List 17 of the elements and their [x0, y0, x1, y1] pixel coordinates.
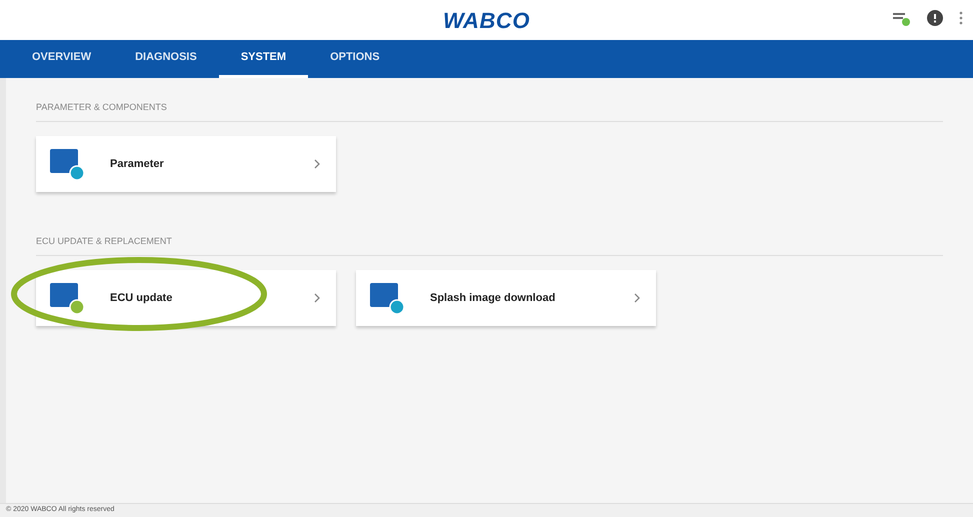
chevron-right-icon	[314, 159, 320, 169]
nav-tab[interactable]: OVERVIEW	[10, 40, 114, 78]
chevron-right-icon	[314, 293, 320, 303]
nav-tab[interactable]: DIAGNOSIS	[113, 40, 219, 78]
card-label: Parameter	[110, 156, 165, 172]
logo: WABCO	[442, 6, 530, 34]
chevron-right-icon	[634, 293, 640, 303]
nav-tab[interactable]: OPTIONS	[308, 40, 402, 78]
section-heading: PARAMETER & COMPONENTS	[36, 102, 167, 112]
more-icon[interactable]	[959, 11, 963, 25]
menu-card[interactable]: ECU update	[36, 270, 336, 326]
menu-card[interactable]: Parameter	[36, 136, 336, 192]
section-heading: ECU UPDATE & REPLACEMENT	[36, 236, 172, 246]
filter-icon[interactable]	[893, 10, 911, 26]
card-label: ECU update	[110, 290, 174, 306]
menu-card[interactable]: Splash image download	[356, 270, 656, 326]
card-label: Splash image download	[430, 290, 556, 306]
